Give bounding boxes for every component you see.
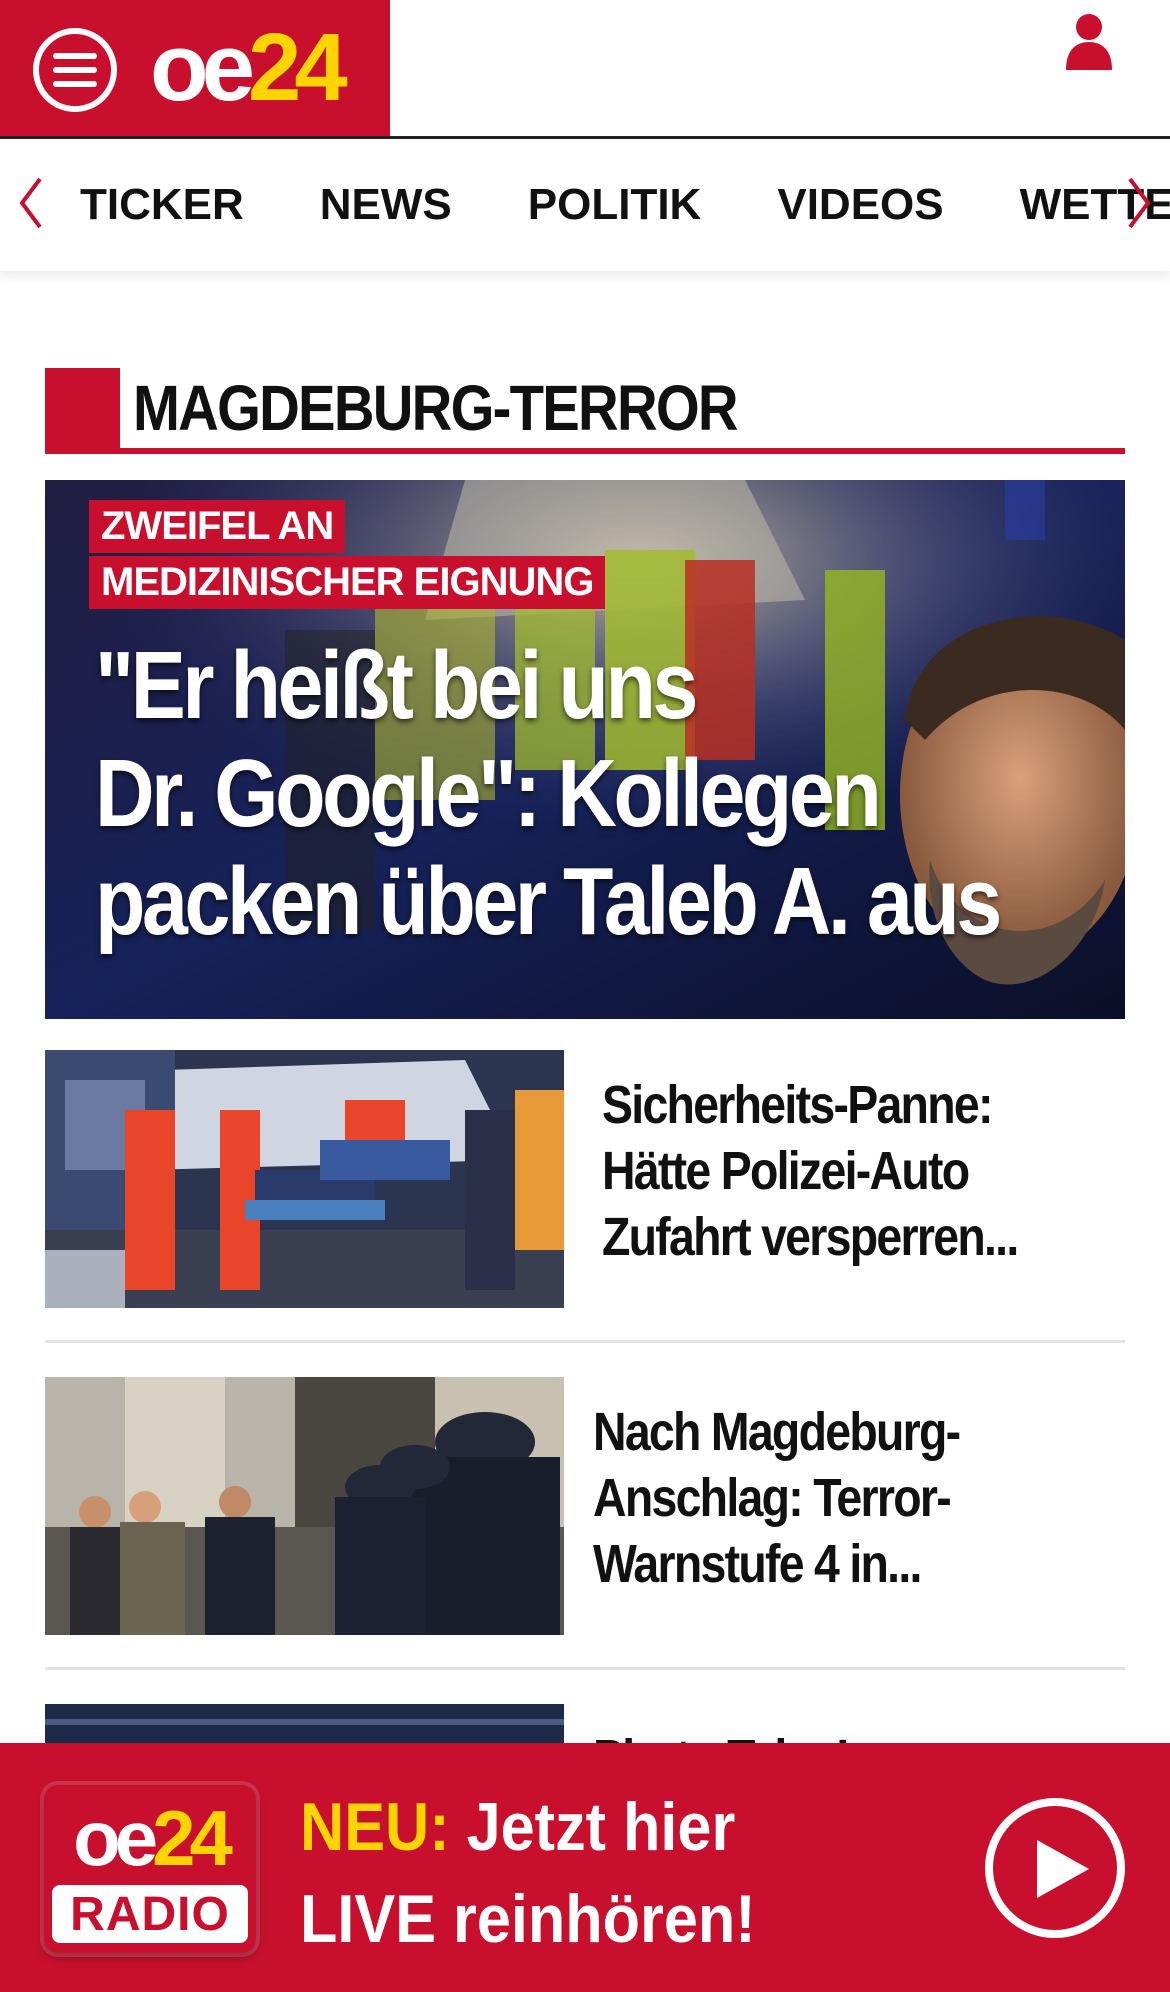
article-title-line3: Zufahrt versperren... bbox=[602, 1207, 1019, 1267]
article-title-line1: Sicherheits-Panne: bbox=[602, 1075, 993, 1135]
category-nav: TICKER NEWS POLITIK VIDEOS WETTER bbox=[0, 139, 1170, 271]
article-card[interactable]: Sicherheits-Panne: Hätte Polizei-Auto Zu… bbox=[45, 1050, 1125, 1308]
radio-logo[interactable]: oe 24 RADIO bbox=[44, 1785, 256, 1953]
radio-banner[interactable]: oe 24 RADIO NEU: Jetzt hier LIVE reinhöre… bbox=[0, 1743, 1170, 1992]
section-marker bbox=[45, 368, 120, 454]
article-title-line1: Photo Tabe Ina... bbox=[593, 1726, 1049, 1744]
nav-item-politik[interactable]: POLITIK bbox=[528, 180, 702, 230]
nav-item-ticker[interactable]: TICKER bbox=[80, 180, 244, 230]
hero-headline[interactable]: "Er heißt bei uns Dr. Google": Kollegen … bbox=[95, 632, 1002, 956]
hero-headline-line3: packen über Taleb A. aus bbox=[95, 848, 1002, 955]
radio-logo-label: RADIO bbox=[52, 1885, 248, 1943]
menu-icon[interactable] bbox=[33, 28, 117, 112]
article-card[interactable]: Nach Magdeburg- Anschlag: Terror- Warnst… bbox=[45, 1377, 1125, 1635]
radio-logo-wordmark: oe 24 bbox=[44, 1795, 256, 1881]
section-underline bbox=[45, 448, 1125, 454]
radio-line1: Jetzt hier bbox=[466, 1789, 736, 1865]
article-title[interactable]: Sicherheits-Panne: Hätte Polizei-Auto Zu… bbox=[602, 1072, 1058, 1270]
logo-oe: oe bbox=[150, 14, 255, 121]
logo-24: 24 bbox=[248, 14, 348, 121]
article-title-line2: Anschlag: Terror- bbox=[593, 1468, 952, 1528]
hero-kicker-line1: ZWEIFEL AN bbox=[89, 500, 346, 553]
nav-items: TICKER NEWS POLITIK VIDEOS WETTER bbox=[80, 139, 1170, 271]
list-divider bbox=[45, 1667, 1125, 1670]
play-button[interactable] bbox=[985, 1798, 1125, 1938]
list-divider bbox=[45, 1340, 1125, 1343]
radio-logo-24: 24 bbox=[152, 1794, 233, 1882]
brand-block: oe 24 bbox=[0, 0, 390, 138]
article-card[interactable]: Photo Tabe Ina... bbox=[45, 1704, 1125, 1744]
nav-item-videos[interactable]: VIDEOS bbox=[777, 180, 943, 230]
radio-neu-label: NEU: bbox=[300, 1789, 450, 1865]
article-title-line1: Nach Magdeburg- bbox=[593, 1402, 961, 1462]
radio-promo-text[interactable]: NEU: Jetzt hier LIVE reinhören! bbox=[300, 1781, 756, 1965]
article-title[interactable]: Photo Tabe Ina... bbox=[593, 1726, 1049, 1744]
radio-logo-oe: oe bbox=[73, 1794, 158, 1882]
site-logo[interactable]: oe 24 bbox=[150, 14, 348, 121]
play-icon bbox=[1037, 1840, 1089, 1898]
section-header: MAGDEBURG-TERROR bbox=[45, 368, 1125, 456]
article-thumbnail[interactable] bbox=[45, 1377, 564, 1635]
nav-scroll-right-icon[interactable] bbox=[1124, 173, 1154, 233]
hero-kicker-line2: MEDIZINISCHER EIGNUNG bbox=[89, 556, 606, 609]
user-account-icon[interactable] bbox=[1064, 12, 1114, 70]
nav-scroll-left-icon[interactable] bbox=[16, 173, 46, 233]
site-header: oe 24 bbox=[0, 0, 1170, 139]
hero-headline-line1: "Er heißt bei uns bbox=[95, 632, 698, 739]
section-title[interactable]: MAGDEBURG-TERROR bbox=[133, 368, 739, 448]
article-title-line3: Warnstufe 4 in... bbox=[593, 1534, 922, 1594]
article-title[interactable]: Nach Magdeburg- Anschlag: Terror- Warnst… bbox=[593, 1399, 1049, 1597]
radio-line2: LIVE reinhören! bbox=[300, 1881, 756, 1957]
article-thumbnail[interactable] bbox=[45, 1704, 564, 1744]
article-title-line2: Hätte Polizei-Auto bbox=[602, 1141, 970, 1201]
hero-article[interactable]: ZWEIFEL AN MEDIZINISCHER EIGNUNG "Er hei… bbox=[45, 480, 1125, 1019]
hero-headline-line2: Dr. Google": Kollegen bbox=[95, 740, 882, 847]
article-thumbnail[interactable] bbox=[45, 1050, 564, 1308]
nav-item-news[interactable]: NEWS bbox=[320, 180, 452, 230]
